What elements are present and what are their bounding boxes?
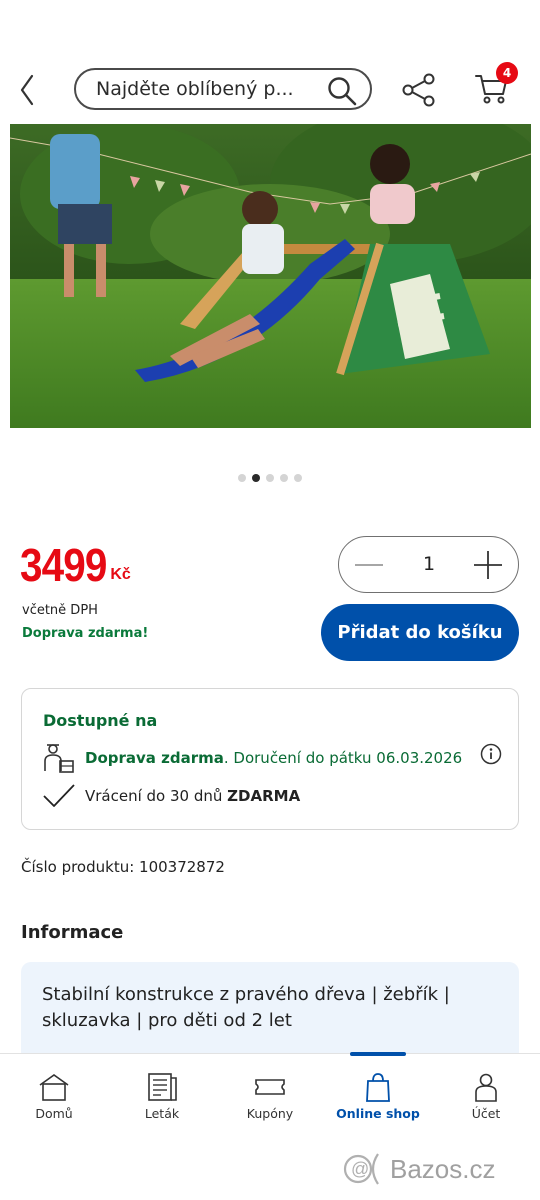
gallery-dot[interactable] [280,474,288,482]
return-row: Vrácení do 30 dnů ZDARMA [42,781,402,811]
bottom-navigation: Domů Leták Kupóny Online shop Účet [0,1052,540,1144]
leaflet-icon [148,1073,177,1101]
price: 3499 Kč [20,538,131,592]
delivery-person-icon [44,744,74,773]
share-icon [402,73,435,107]
return-text: Vrácení do 30 dnů ZDARMA [85,787,300,805]
nav-leaflet[interactable]: Leták [130,1054,194,1144]
price-currency: Kč [110,566,131,583]
quantity-stepper: 1 [338,536,519,593]
nav-label: Kupóny [246,1106,294,1121]
watermark: @ Bazos.cz [342,1150,496,1188]
gallery-dot[interactable] [266,474,274,482]
chevron-left-icon [20,74,34,106]
watermark-logo-icon: @ [343,1153,379,1185]
share-button[interactable] [400,72,438,108]
home-icon [39,1074,69,1101]
nav-online-shop[interactable]: Online shop [332,1054,424,1144]
minus-icon[interactable] [353,549,385,581]
availability-card: Dostupné na Doprava zdarma. Doručení do … [21,688,519,830]
check-icon [43,784,75,807]
cart-count-badge: 4 [496,62,518,84]
account-icon [475,1073,497,1102]
nav-home[interactable]: Domů [22,1054,86,1144]
cart-button[interactable]: 4 [474,62,518,110]
nav-label: Domů [35,1106,73,1121]
gallery-dot[interactable] [238,474,246,482]
search-input[interactable]: Najděte oblíbený p... [74,68,372,110]
nav-coupons[interactable]: Kupóny [236,1054,304,1144]
nav-label: Účet [471,1106,501,1121]
svg-text:@: @ [351,1159,369,1179]
watermark-text: Bazos.cz [390,1153,496,1184]
add-to-cart-button[interactable]: Přidat do košíku [321,604,519,661]
search-placeholder: Najděte oblíbený p... [96,78,294,100]
vat-note: včetně DPH [22,603,98,618]
shopping-bag-icon [366,1073,390,1102]
product-number: Číslo produktu: 100372872 [21,858,225,876]
return-label: Vrácení do 30 dnů [85,787,228,805]
availability-title: Dostupné na [43,711,158,730]
quantity-value[interactable]: 1 [417,553,441,575]
delivery-date: . Doručení do pátku 06.03.2026 [223,749,463,767]
product-image[interactable] [10,124,531,428]
product-photo [10,124,531,428]
back-button[interactable] [14,72,40,108]
return-free-label: ZDARMA [227,787,301,805]
nav-label: Leták [144,1106,180,1121]
info-description: Stabilní konstrukce z pravého dřeva | že… [21,962,519,1062]
gallery-dot[interactable] [294,474,302,482]
search-icon[interactable] [326,75,358,107]
delivery-free-label: Doprava zdarma [85,749,224,767]
gallery-dot-active[interactable] [252,474,260,482]
info-icon[interactable] [480,743,502,765]
gallery-pagination [0,474,540,482]
delivery-text: Doprava zdarma. Doručení do pátku 06.03.… [85,749,462,767]
plus-icon[interactable] [472,549,504,581]
nav-label: Online shop [336,1106,420,1121]
coupon-icon [255,1079,285,1095]
info-heading: Informace [21,922,124,943]
delivery-row: Doprava zdarma. Doručení do pátku 06.03.… [42,741,502,777]
nav-account[interactable]: Účet [456,1054,516,1144]
top-bar: Najděte oblíbený p... 4 [0,60,540,120]
shipping-note: Doprava zdarma! [22,626,149,641]
price-value: 3499 [20,539,107,591]
